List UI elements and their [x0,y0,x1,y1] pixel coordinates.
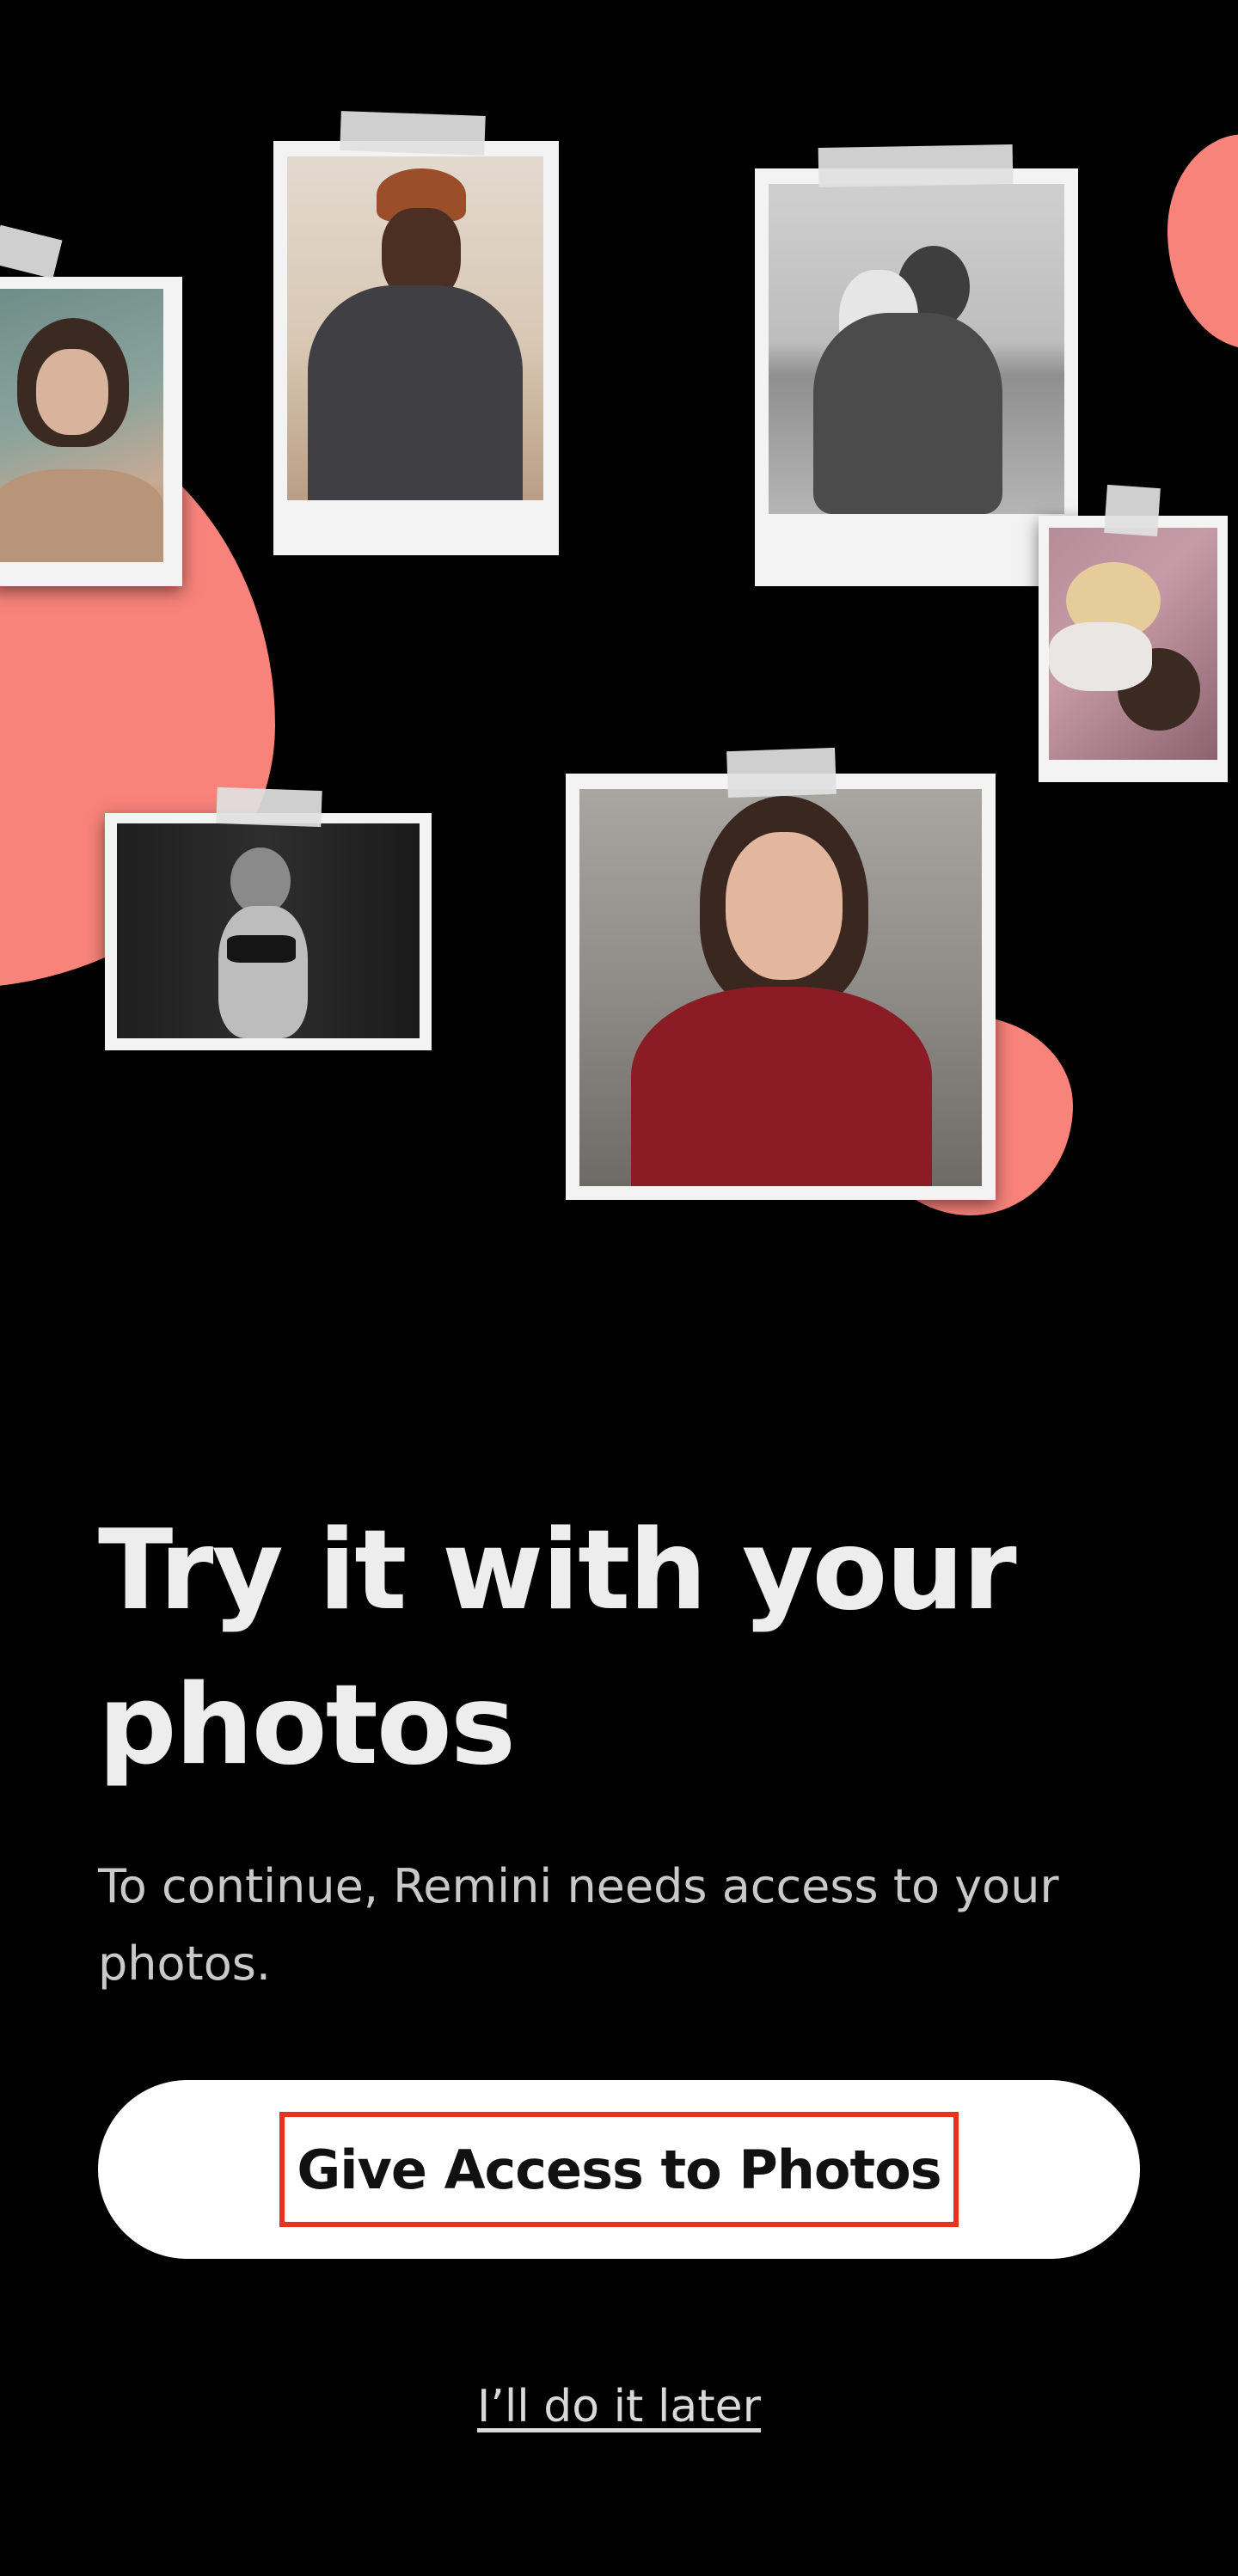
polaroid-woman-flowers [0,277,182,586]
page-title: Try it with your photos [98,1507,1017,1790]
accent-blob-top-right [1168,134,1238,349]
tape-strip [818,144,1014,187]
polaroid-man-beanie [273,141,559,555]
tape-strip [1104,484,1161,537]
do-it-later-link[interactable]: I’ll do it later [361,2381,877,2432]
give-access-button-label: Give Access to Photos [279,2112,959,2227]
tape-strip [216,786,322,828]
photo-man-beanie [287,156,543,500]
photo-father-baby [769,184,1064,514]
photo-woman-flowers [0,289,163,562]
permission-screen: Try it with your photos To continue, Rem… [0,0,1238,2576]
photo-two-people [1049,528,1217,760]
polaroid-two-people [1039,516,1228,782]
photo-smiling-woman [579,789,982,1186]
tape-strip [726,747,837,798]
permission-description: To continue, Remini needs access to your… [98,1859,1059,1991]
tape-strip [340,111,486,156]
polaroid-smiling-woman [566,774,996,1200]
polaroid-woman-dancing [105,813,432,1050]
tape-strip [0,224,63,279]
photo-woman-dancing [117,823,420,1038]
polaroid-father-baby [755,168,1078,586]
give-access-button[interactable]: Give Access to Photos [98,2080,1140,2259]
